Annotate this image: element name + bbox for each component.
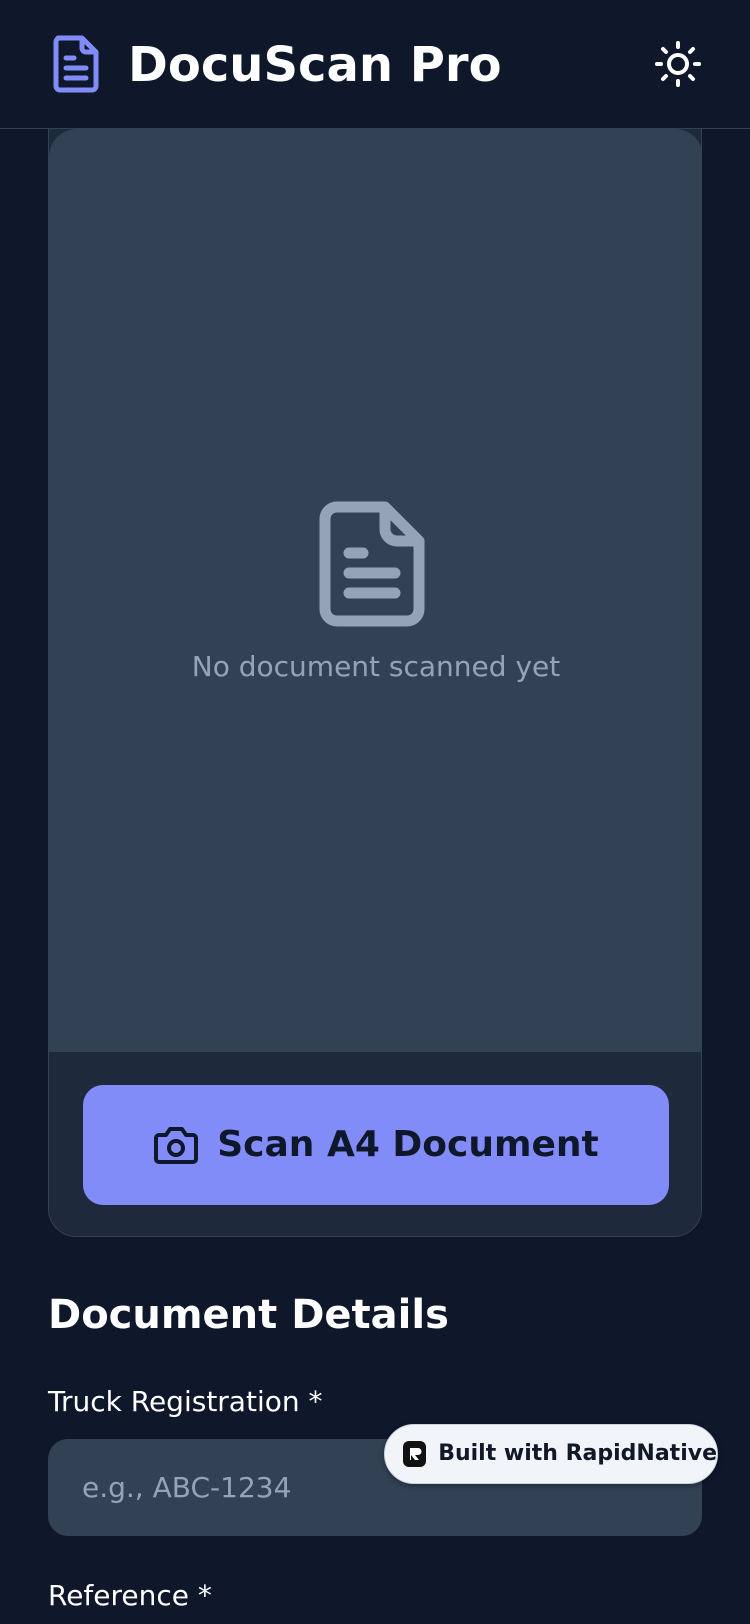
document-preview: No document scanned yet xyxy=(49,129,701,1052)
scan-document-button[interactable]: Scan A4 Document xyxy=(83,1085,669,1205)
app-screen: DocuScan Pro No document scanned yet Sca… xyxy=(0,0,750,1624)
scan-card: No document scanned yet Scan A4 Document xyxy=(48,129,702,1237)
built-with-badge[interactable]: Built with RapidNative xyxy=(384,1424,718,1484)
rapidnative-logo-icon xyxy=(403,1441,427,1467)
badge-label: Built with RapidNative xyxy=(438,1441,717,1466)
theme-toggle-button[interactable] xyxy=(652,38,704,90)
reference-label: Reference * xyxy=(48,1579,212,1612)
document-icon xyxy=(53,35,99,93)
empty-state-text: No document scanned yet xyxy=(191,650,561,683)
scan-button-label: Scan A4 Document xyxy=(217,1124,599,1165)
details-section-title: Document Details xyxy=(48,1292,449,1338)
app-header: DocuScan Pro xyxy=(0,0,750,129)
document-icon xyxy=(319,501,425,627)
sun-icon xyxy=(655,41,701,87)
truck-registration-label: Truck Registration * xyxy=(48,1385,323,1418)
app-title: DocuScan Pro xyxy=(128,37,502,93)
camera-icon xyxy=(154,1127,199,1164)
